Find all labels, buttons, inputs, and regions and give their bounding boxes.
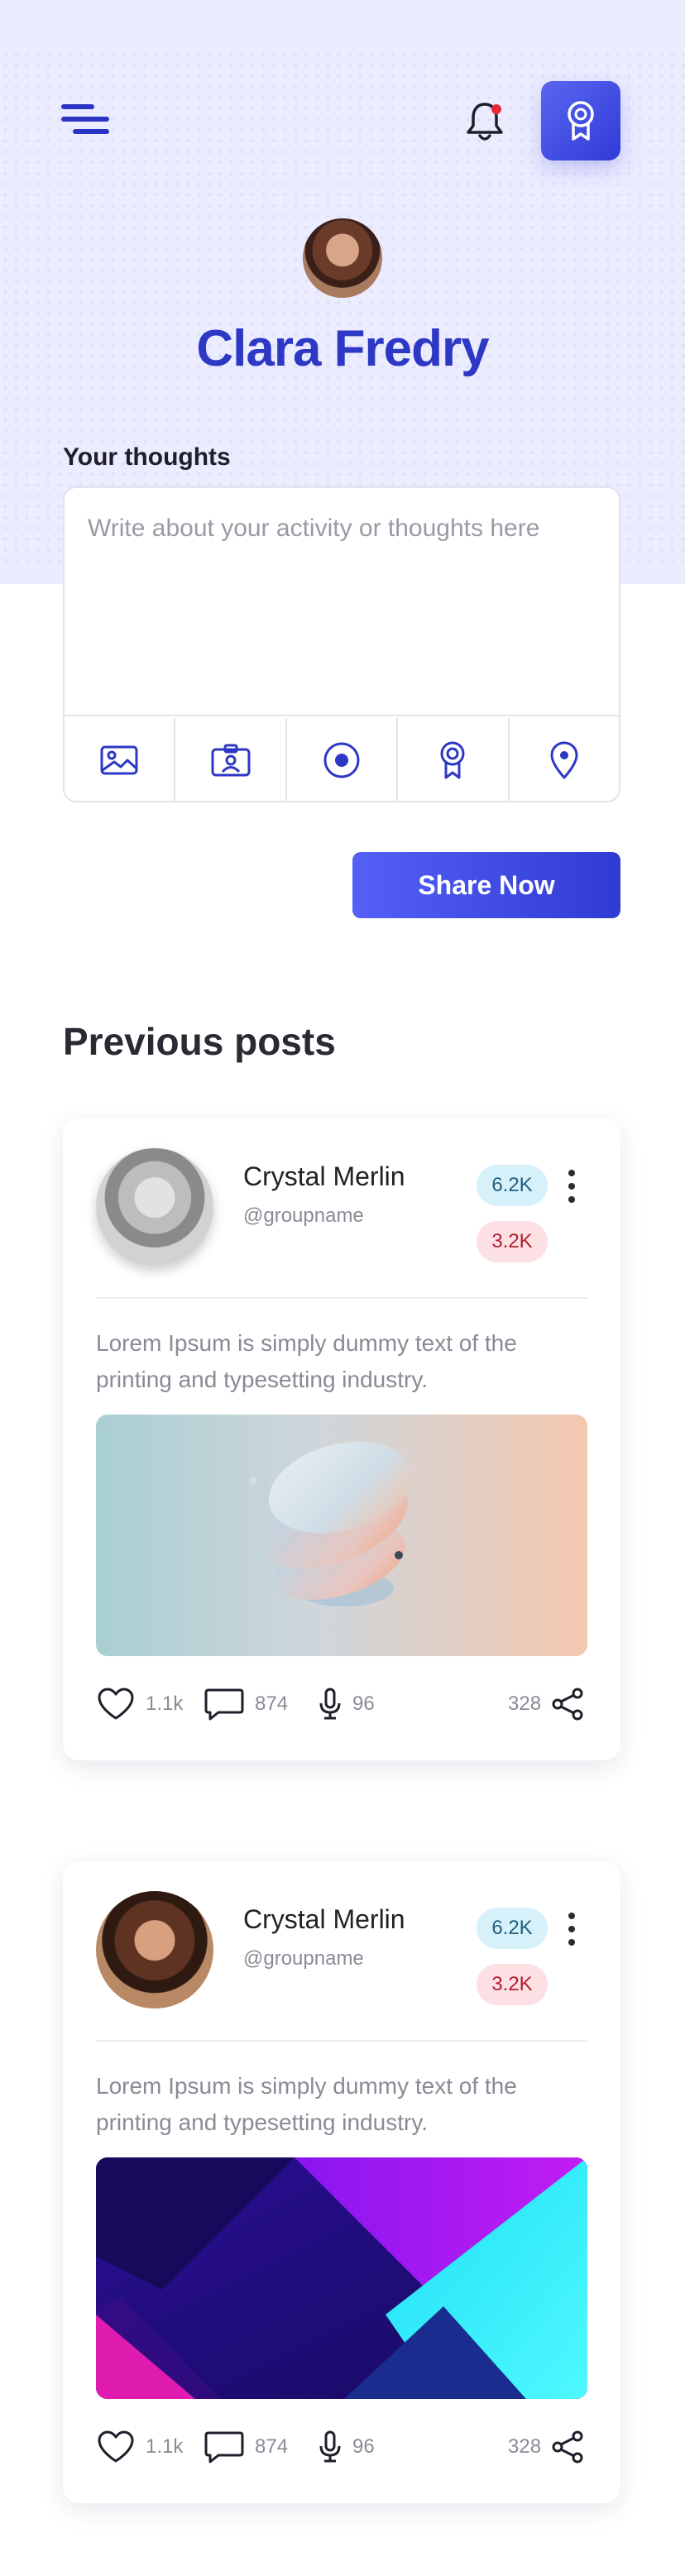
author-avatar[interactable] bbox=[96, 1891, 213, 2009]
thoughts-input[interactable] bbox=[65, 488, 619, 716]
stat-badge-red: 3.2K bbox=[477, 1221, 548, 1262]
voice-button[interactable]: 96 bbox=[318, 1683, 375, 1726]
more-options-icon[interactable] bbox=[559, 1166, 584, 1208]
post-text: Lorem Ipsum is simply dummy text of the … bbox=[96, 1330, 517, 1392]
share-button[interactable]: 328 bbox=[508, 2425, 586, 2468]
voice-count: 96 bbox=[352, 1693, 375, 1715]
divider bbox=[96, 1297, 587, 1299]
post-composer bbox=[63, 486, 620, 802]
contact-card-icon bbox=[211, 744, 251, 777]
like-count: 1.1k bbox=[146, 2435, 184, 2458]
author-handle: @groupname bbox=[243, 1947, 364, 1970]
comment-count: 874 bbox=[255, 1693, 289, 1715]
share-icon bbox=[552, 2430, 583, 2463]
add-contact-button[interactable] bbox=[175, 718, 287, 801]
record-button[interactable] bbox=[287, 718, 399, 801]
image-icon bbox=[100, 745, 138, 775]
profile-avatar[interactable] bbox=[303, 218, 382, 298]
post-image[interactable] bbox=[96, 2157, 587, 2399]
share-count: 328 bbox=[508, 1693, 542, 1715]
share-icon bbox=[552, 1688, 583, 1721]
add-badge-button[interactable] bbox=[398, 718, 510, 801]
post-image[interactable] bbox=[96, 1415, 587, 1656]
post-actions: 1.1k 874 96 328 bbox=[96, 1683, 587, 1726]
like-button[interactable]: 1.1k bbox=[96, 2425, 183, 2468]
bell-icon bbox=[467, 103, 503, 141]
add-image-button[interactable] bbox=[65, 718, 176, 801]
share-now-button[interactable]: Share Now bbox=[352, 852, 620, 918]
author-handle: @groupname bbox=[243, 1204, 364, 1227]
like-count: 1.1k bbox=[146, 1693, 184, 1715]
voice-count: 96 bbox=[352, 2435, 375, 2458]
stat-badge-blue: 6.2K bbox=[477, 1165, 548, 1206]
comment-count: 874 bbox=[255, 2435, 289, 2458]
abstract-geometric-shape bbox=[96, 2157, 587, 2399]
stat-badge-red: 3.2K bbox=[477, 1964, 548, 2005]
notification-bell-icon[interactable] bbox=[463, 98, 506, 144]
thoughts-label: Your thoughts bbox=[63, 443, 231, 471]
notification-dot bbox=[491, 104, 501, 114]
author-name[interactable]: Crystal Merlin bbox=[243, 1161, 405, 1192]
post-card: Crystal Merlin @groupname 6.2K 3.2K Lore… bbox=[63, 1861, 620, 2503]
post-card: Crystal Merlin @groupname 6.2K 3.2K Lore… bbox=[63, 1118, 620, 1760]
comment-button[interactable]: 874 bbox=[204, 2425, 288, 2468]
microphone-icon bbox=[319, 2430, 341, 2463]
abstract-3d-shape bbox=[249, 1441, 412, 1606]
profile-name: Clara Fredry bbox=[196, 320, 489, 377]
location-pin-icon bbox=[550, 741, 578, 779]
post-text: Lorem Ipsum is simply dummy text of the … bbox=[96, 2073, 517, 2135]
add-location-button[interactable] bbox=[510, 718, 619, 801]
composer-toolbar bbox=[65, 718, 619, 801]
menu-icon[interactable] bbox=[61, 103, 113, 139]
share-count: 328 bbox=[508, 2435, 542, 2458]
microphone-icon bbox=[319, 1688, 341, 1720]
more-options-icon[interactable] bbox=[559, 1909, 584, 1951]
like-button[interactable]: 1.1k bbox=[96, 1683, 183, 1726]
award-icon bbox=[568, 101, 594, 141]
heart-icon bbox=[98, 1688, 134, 1720]
comment-icon bbox=[204, 1688, 244, 1721]
voice-button[interactable]: 96 bbox=[318, 2425, 375, 2468]
stat-badge-blue: 6.2K bbox=[477, 1908, 548, 1949]
award-icon bbox=[440, 741, 465, 779]
comment-button[interactable]: 874 bbox=[204, 1683, 288, 1726]
post-actions: 1.1k 874 96 328 bbox=[96, 2425, 587, 2468]
divider bbox=[96, 2040, 587, 2042]
author-name[interactable]: Crystal Merlin bbox=[243, 1904, 405, 1935]
record-icon bbox=[323, 742, 360, 778]
heart-icon bbox=[98, 2430, 134, 2463]
previous-posts-title: Previous posts bbox=[63, 1020, 336, 1063]
author-avatar[interactable] bbox=[96, 1148, 213, 1266]
share-button[interactable]: 328 bbox=[508, 1683, 586, 1726]
award-button[interactable] bbox=[541, 81, 620, 160]
comment-icon bbox=[204, 2431, 244, 2463]
